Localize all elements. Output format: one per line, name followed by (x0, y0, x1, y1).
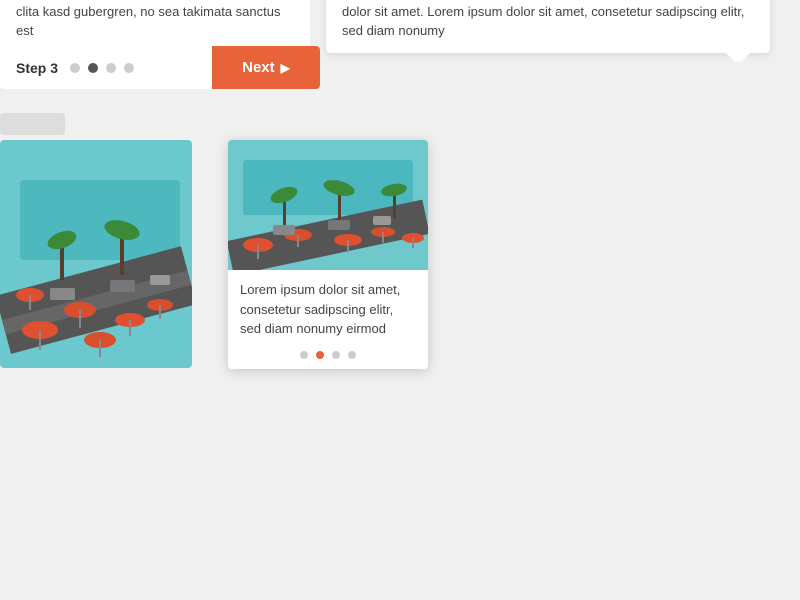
card-2-text-area: Lorem ipsum dolor sit amet, consetetur s… (228, 270, 428, 343)
step-dot-2 (88, 63, 98, 73)
next-button[interactable]: Next ▶ (212, 46, 320, 89)
card-dot-1 (300, 351, 308, 359)
card-dot-4 (348, 351, 356, 359)
next-label: Next (242, 59, 275, 76)
card-2-text: Lorem ipsum dolor sit amet, consetetur s… (240, 280, 416, 339)
card-dot-3 (332, 351, 340, 359)
step-dot-3 (106, 63, 116, 73)
image-card-1 (0, 140, 192, 368)
card-2-dots (228, 343, 428, 369)
small-button[interactable] (0, 113, 65, 135)
top-left-text: accusam et justo duo dolores et ea rebum… (16, 0, 288, 38)
step-bar: Step 3 (0, 46, 213, 89)
step-dots (70, 63, 134, 73)
top-right-card: Stet clita kasd gubergren, no sea takima… (326, 0, 770, 53)
tooltip-arrow (726, 53, 746, 63)
step-dot-4 (124, 63, 134, 73)
card-dot-2 (316, 351, 324, 359)
top-left-card: accusam et justo duo dolores et ea rebum… (0, 0, 310, 53)
beach-image-2 (228, 140, 428, 270)
beach-image-1 (0, 140, 192, 368)
image-card-2: Lorem ipsum dolor sit amet, consetetur s… (228, 140, 428, 369)
card-2-image (228, 140, 428, 270)
next-arrow-icon: ▶ (281, 61, 290, 75)
step-label: Step 3 (16, 60, 58, 76)
top-right-text: Stet clita kasd gubergren, no sea takima… (342, 0, 744, 38)
step-dot-1 (70, 63, 80, 73)
